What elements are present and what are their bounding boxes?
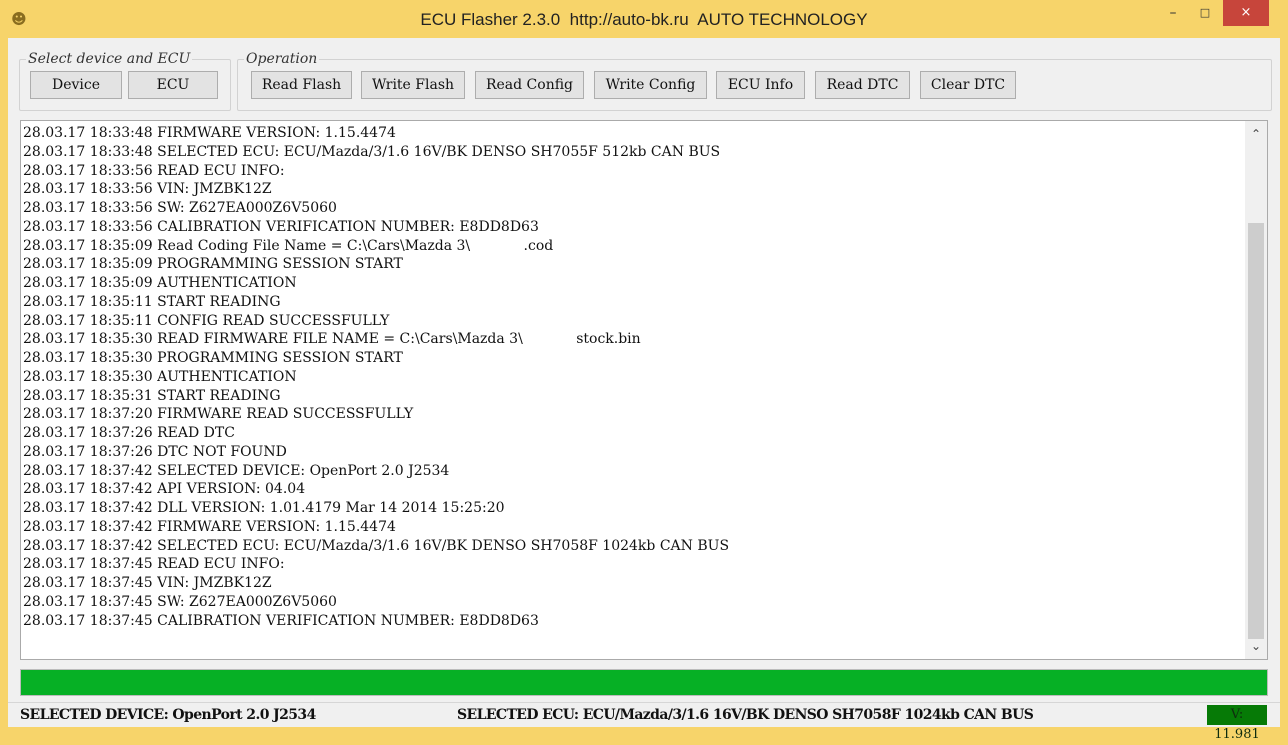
- log-line: 28.03.17 18:35:09 AUTHENTICATION: [23, 275, 297, 291]
- log-line: 28.03.17 18:35:30 AUTHENTICATION: [23, 368, 297, 385]
- write-config-button[interactable]: Write Config: [594, 71, 707, 99]
- log-line: 28.03.17 18:35:11 CONFIG READ SUCCESSFUL…: [23, 312, 390, 329]
- clear-dtc-button[interactable]: Clear DTC: [920, 71, 1016, 99]
- maximize-button[interactable]: □: [1190, 0, 1220, 26]
- log-line: 28.03.17 18:37:45 READ ECU INFO:: [23, 556, 285, 573]
- log-line: 28.03.17 18:37:42 SELECTED DEVICE: OpenP…: [23, 462, 450, 479]
- log-lines: 28.03.17 18:33:48 FIRMWARE VERSION: 1.15…: [23, 124, 1243, 630]
- title-bar: ☻ ECU Flasher 2.3.0 http://auto-bk.ru AU…: [0, 0, 1288, 38]
- scrollbar-thumb[interactable]: [1248, 223, 1264, 639]
- chevron-down-icon[interactable]: ⌄: [1245, 635, 1267, 657]
- log-line: 28.03.17 18:37:42 DLL VERSION: 1.01.4179…: [23, 500, 505, 516]
- log-line: 28.03.17 18:35:09 PROGRAMMING SESSION ST…: [23, 256, 403, 273]
- log-line: 28.03.17 18:35:31 START READING: [23, 387, 281, 404]
- window-title: ECU Flasher 2.3.0 http://auto-bk.ru AUTO…: [420, 10, 868, 29]
- device-ecu-group-legend: Select device and ECU: [28, 51, 191, 67]
- progress-bar-fill: [21, 670, 1267, 695]
- read-flash-button[interactable]: Read Flash: [251, 71, 352, 99]
- ecu-button[interactable]: ECU: [128, 71, 218, 99]
- minimize-button[interactable]: –: [1158, 0, 1188, 26]
- log-line: 28.03.17 18:33:56 READ ECU INFO:: [23, 162, 285, 179]
- version-badge: V: 11.981: [1207, 705, 1267, 742]
- log-line: 28.03.17 18:37:42 API VERSION: 04.04: [23, 481, 306, 498]
- log-line: 28.03.17 18:35:30 READ FIRMWARE FILE NAM…: [23, 331, 641, 348]
- log-line: 28.03.17 18:33:56 VIN: JMZBK12Z: [23, 181, 272, 198]
- log-line: 28.03.17 18:37:45 SW: Z627EA000Z6V5060: [23, 593, 337, 610]
- log-line: 28.03.17 18:33:48 FIRMWARE VERSION: 1.15…: [23, 125, 396, 141]
- status-bar: SELECTED DEVICE: OpenPort 2.0 J2534 SELE…: [8, 702, 1280, 742]
- status-selected-ecu: SELECTED ECU: ECU/Mazda/3/1.6 16V/BK DEN…: [457, 707, 1034, 723]
- log-line: 28.03.17 18:33:48 SELECTED ECU: ECU/Mazd…: [23, 143, 721, 160]
- operation-group-legend: Operation: [246, 51, 318, 67]
- device-button[interactable]: Device: [30, 71, 122, 99]
- chevron-up-icon[interactable]: ⌃: [1245, 123, 1267, 145]
- log-line: 28.03.17 18:37:26 DTC NOT FOUND: [23, 443, 287, 460]
- log-line: 28.03.17 18:37:45 VIN: JMZBK12Z: [23, 575, 272, 591]
- ecu-info-button[interactable]: ECU Info: [716, 71, 805, 99]
- log-line: 28.03.17 18:35:30 PROGRAMMING SESSION ST…: [23, 350, 403, 366]
- log-line: 28.03.17 18:37:26 READ DTC: [23, 425, 235, 441]
- progress-bar: [20, 669, 1268, 696]
- log-line: 28.03.17 18:35:11 START READING: [23, 293, 281, 310]
- status-selected-device: SELECTED DEVICE: OpenPort 2.0 J2534: [20, 707, 316, 723]
- log-scrollbar[interactable]: ⌃ ⌄: [1245, 121, 1267, 659]
- log-line: 28.03.17 18:33:56 CALIBRATION VERIFICATI…: [23, 218, 539, 235]
- log-line: 28.03.17 18:33:56 SW: Z627EA000Z6V5060: [23, 200, 337, 216]
- main-window-client: Select device and ECU Device ECU Operati…: [8, 38, 1280, 742]
- log-line: 28.03.17 18:37:45 CALIBRATION VERIFICATI…: [23, 612, 539, 629]
- write-flash-button[interactable]: Write Flash: [361, 71, 465, 99]
- log-line: 28.03.17 18:37:42 FIRMWARE VERSION: 1.15…: [23, 518, 396, 535]
- log-line: 28.03.17 18:35:09 Read Coding File Name …: [23, 237, 554, 254]
- log-line: 28.03.17 18:37:42 SELECTED ECU: ECU/Mazd…: [23, 537, 730, 554]
- log-line: 28.03.17 18:37:20 FIRMWARE READ SUCCESSF…: [23, 406, 414, 423]
- read-dtc-button[interactable]: Read DTC: [815, 71, 910, 99]
- read-config-button[interactable]: Read Config: [475, 71, 584, 99]
- close-button[interactable]: ×: [1223, 0, 1269, 26]
- log-textbox[interactable]: 28.03.17 18:33:48 FIRMWARE VERSION: 1.15…: [20, 120, 1268, 660]
